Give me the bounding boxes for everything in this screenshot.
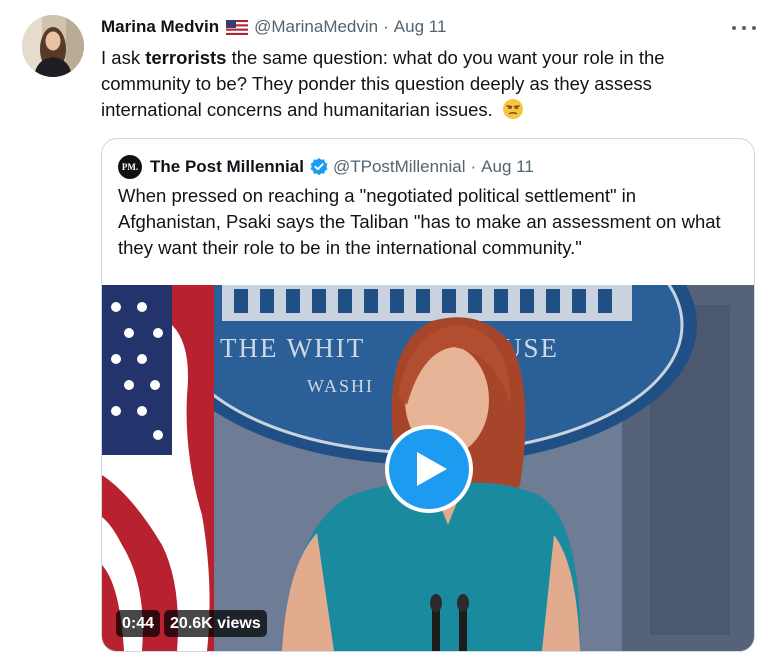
quoted-author-name[interactable]: The Post Millennial [150,157,304,177]
video-duration: 0:44 [116,610,161,637]
video-player[interactable]: THE WHIT USE WASHI 0:44 20.6K views [102,285,754,651]
separator-dot: · [383,17,389,36]
quoted-author-handle[interactable]: @TPostMillennial [333,157,466,177]
author-name[interactable]: Marina Medvin [101,17,219,37]
quoted-tweet-date[interactable]: Aug 11 [481,157,534,177]
play-icon[interactable] [385,425,473,513]
svg-text:WASHI: WASHI [307,376,374,396]
video-views: 20.6K views [164,610,267,637]
tweet[interactable]: Marina Medvin @MarinaMedvin · Aug 11 I a… [0,0,768,664]
verified-badge-icon [309,157,329,177]
unamused-face-emoji [502,98,524,120]
tweet-text-start: I ask [101,47,146,68]
tweet-header: Marina Medvin @MarinaMedvin · Aug 11 [101,14,446,40]
us-flag-icon [226,19,249,35]
quoted-author-avatar[interactable]: PM. [118,155,142,179]
more-horizontal-icon[interactable] [732,18,756,38]
author-handle[interactable]: @MarinaMedvin [254,17,378,37]
author-avatar[interactable] [22,15,84,77]
svg-text:THE WHIT: THE WHIT [220,333,365,363]
quoted-separator-dot: · [470,157,477,176]
video-badges: 0:44 20.6K views [116,610,267,637]
quoted-tweet-text: When pressed on reaching a "negotiated p… [118,185,721,258]
tweet-date[interactable]: Aug 11 [394,17,447,37]
tweet-text: I ask terrorists the same question: what… [101,45,741,123]
tweet-text-bold: terrorists [145,47,227,68]
quoted-tweet[interactable]: PM. The Post Millennial @TPostMillennial… [101,138,755,652]
quoted-tweet-header: PM. The Post Millennial @TPostMillennial… [118,155,534,179]
